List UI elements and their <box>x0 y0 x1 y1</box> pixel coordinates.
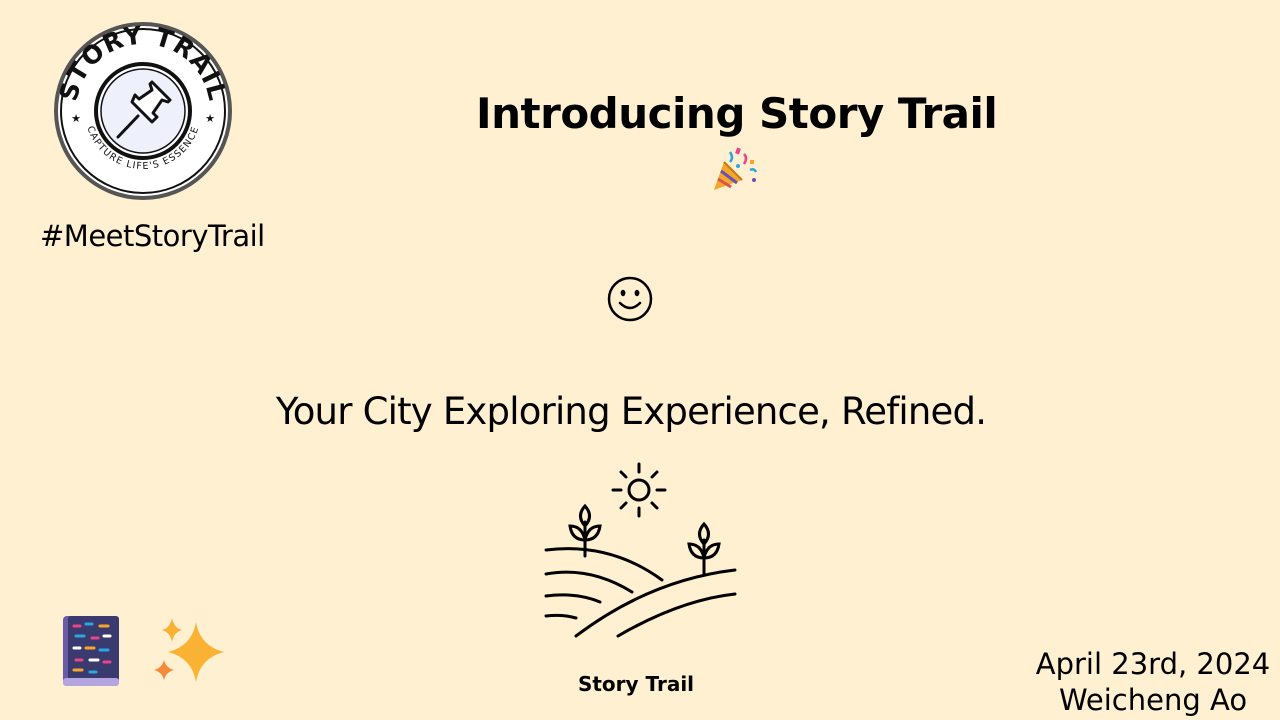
svg-text:★: ★ <box>71 112 81 125</box>
sun-and-fields-icon <box>544 462 737 638</box>
svg-text:★: ★ <box>205 112 215 125</box>
tagline: Your City Exploring Experience, Refined. <box>275 390 987 433</box>
page-title: Introducing Story Trail <box>476 89 998 138</box>
author-name: Weicheng Ao <box>1058 683 1248 717</box>
smiley-icon <box>607 276 653 322</box>
date-author-block: April 23rd, 2024 Weicheng Ao <box>1026 646 1280 718</box>
sparkles-icon <box>154 618 224 682</box>
hashtag: #MeetStoryTrail <box>40 219 265 253</box>
slide: STORY TRAIL CAPTURE LIFE'S ESSENCE ★ ★ #… <box>0 0 1280 720</box>
party-popper-icon <box>714 147 758 190</box>
book-icon <box>63 616 119 686</box>
footer-brand: Story Trail <box>577 672 695 696</box>
presentation-date: April 23rd, 2024 <box>1035 647 1271 681</box>
story-trail-logo: STORY TRAIL CAPTURE LIFE'S ESSENCE ★ ★ <box>54 22 232 200</box>
